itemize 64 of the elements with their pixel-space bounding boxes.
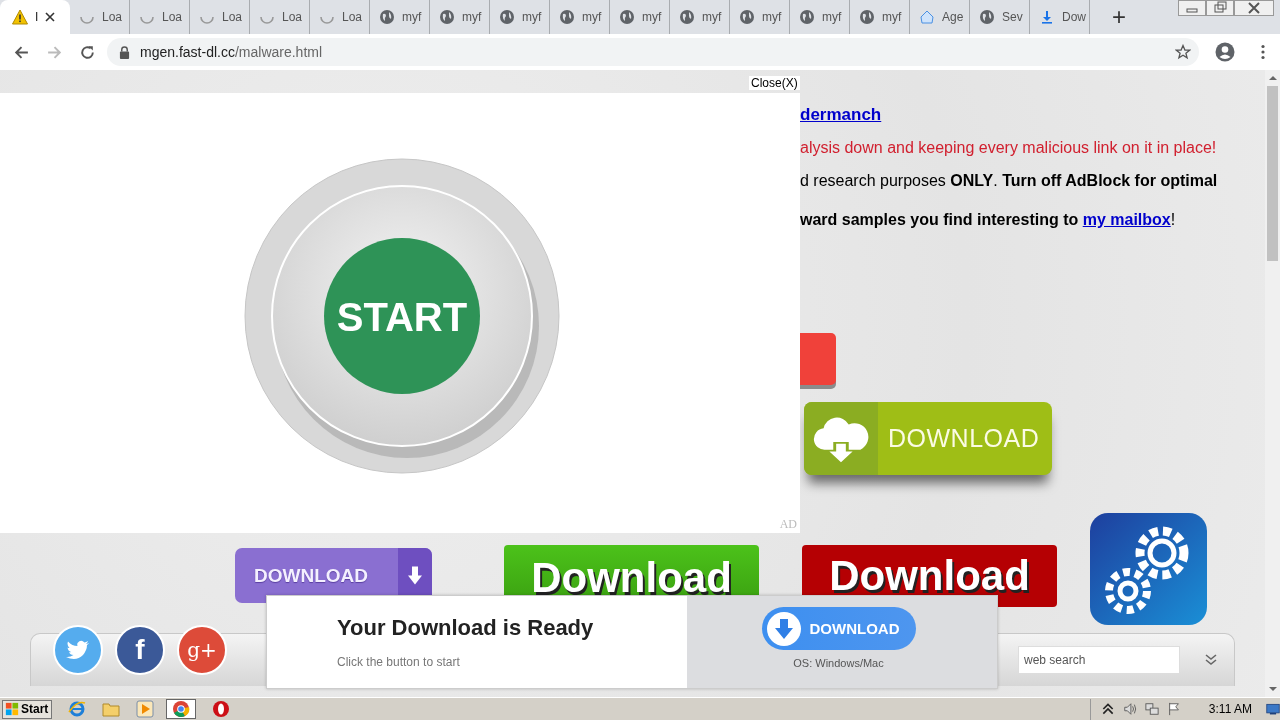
globe-icon <box>559 9 575 25</box>
close-ad-link[interactable]: Close(X) <box>749 76 800 90</box>
start-button[interactable]: Start <box>2 699 52 719</box>
profile-icon[interactable] <box>1215 42 1235 62</box>
loading-spinner-icon <box>260 15 274 24</box>
new-tab-button[interactable]: + <box>1112 4 1126 30</box>
scroll-up-icon[interactable] <box>1267 75 1278 81</box>
mailbox-link[interactable]: my mailbox <box>1082 211 1171 228</box>
download-icon <box>1039 9 1055 25</box>
loading-spinner-icon <box>320 15 334 24</box>
browser-tab[interactable]: I <box>0 0 70 34</box>
globe-icon <box>799 9 815 25</box>
notice-text: d research purposes ONLY. Turn off AdBlock for optimal <box>800 172 1218 190</box>
network-icon[interactable] <box>1144 702 1159 716</box>
loading-spinner-icon <box>80 15 94 24</box>
globe-icon <box>499 9 515 25</box>
url-text: mgen.fast-dl.cc/malware.html <box>140 44 324 60</box>
scrollbar-thumb[interactable] <box>1267 86 1278 261</box>
scroll-down-icon[interactable] <box>1267 686 1278 692</box>
windows-logo-icon <box>5 702 19 716</box>
share-button[interactable]: f <box>115 625 165 675</box>
chevron-down-icon[interactable] <box>1204 653 1218 667</box>
clock: 3:11 AM <box>1208 702 1252 716</box>
warning-text: alysis down and keeping every malicious link on it in place! <box>800 139 1217 157</box>
globe-icon <box>679 9 695 25</box>
gears-app-icon[interactable] <box>1090 513 1207 625</box>
notification-title: Your Download is Ready <box>337 615 595 641</box>
bird-icon <box>66 640 90 660</box>
globe-icon <box>619 9 635 25</box>
author-link[interactable]: dermanch <box>800 105 882 125</box>
os-note: OS: Windows/Mac <box>793 657 884 669</box>
address-bar[interactable]: mgen.fast-dl.cc/malware.html <box>107 38 1199 66</box>
show-desktop-icon[interactable] <box>1266 702 1280 716</box>
download-icon <box>765 610 802 647</box>
chrome-icon <box>172 700 190 718</box>
scrollbar[interactable] <box>1265 70 1280 697</box>
loading-spinner-icon <box>200 15 214 24</box>
ad-label: AD <box>779 517 797 532</box>
restore-button[interactable] <box>1206 0 1234 16</box>
search-field[interactable]: web search <box>1018 646 1180 674</box>
opera-icon[interactable] <box>212 700 230 718</box>
close-icon[interactable] <box>45 12 56 22</box>
show-hidden-icons-icon[interactable] <box>1100 702 1115 716</box>
taskbar-browser-button[interactable] <box>166 699 196 719</box>
download-button[interactable]: DOWNLOAD <box>761 607 916 650</box>
browser-e-icon[interactable] <box>68 700 86 718</box>
globe-icon <box>979 9 995 25</box>
warning-icon <box>12 9 28 25</box>
globe-icon <box>739 9 755 25</box>
share-button[interactable]: g+ <box>177 625 227 675</box>
close-button[interactable] <box>1234 0 1274 16</box>
flag-icon[interactable] <box>1166 702 1181 716</box>
globe-icon <box>379 9 395 25</box>
speaker-icon[interactable] <box>1122 702 1137 716</box>
reload-icon[interactable] <box>79 43 96 61</box>
lock-icon <box>119 45 130 59</box>
house-icon <box>919 9 935 25</box>
star-icon[interactable] <box>1175 44 1191 60</box>
menu-icon[interactable] <box>1261 44 1265 60</box>
globe-icon <box>439 9 455 25</box>
contact-text: ward samples you find interesting to my mailbox! <box>800 211 1176 229</box>
notification-subtitle: Click the button to start <box>337 655 461 669</box>
globe-icon <box>859 9 875 25</box>
loading-spinner-icon <box>140 15 154 24</box>
